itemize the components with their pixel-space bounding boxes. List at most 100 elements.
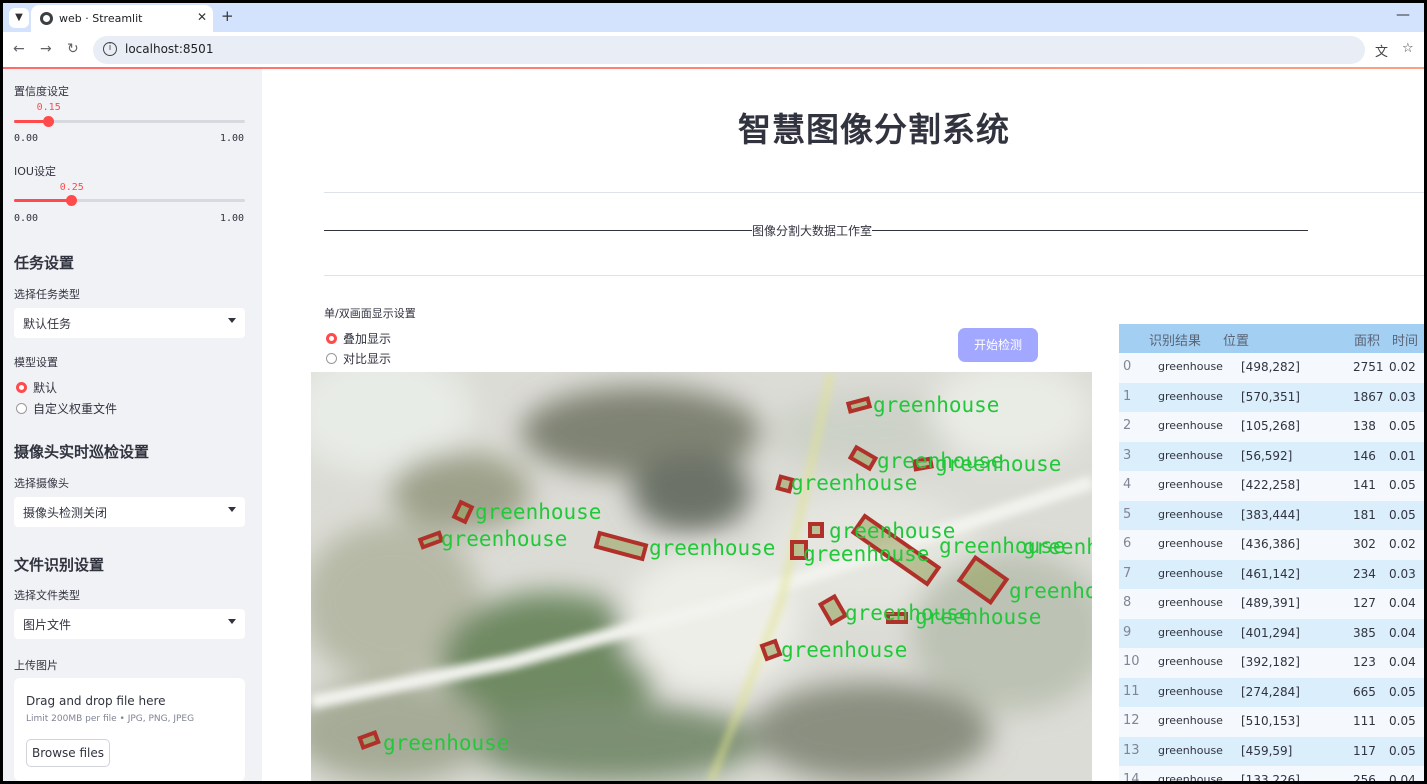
new-tab-icon[interactable]: + — [221, 7, 234, 25]
studio-name: 图像分割大数据工作室 — [752, 224, 873, 238]
reload-icon[interactable]: ↻ — [67, 41, 79, 57]
cell-area: 123 — [1353, 655, 1376, 669]
cell-time: 0.02 — [1389, 360, 1416, 374]
confidence-slider-thumb[interactable] — [43, 116, 55, 127]
main-content: 智慧图像分割系统 图像分割大数据工作室 单/双画面显示设置 叠加显示 对比显示 … — [262, 69, 1424, 781]
file-heading: 文件识别设置 — [14, 556, 105, 574]
tab-search-chevron-icon[interactable]: ▼ — [9, 8, 29, 28]
camera-select[interactable]: 摄像头检测关闭 — [14, 497, 245, 527]
model-option-label: 默认 — [33, 381, 58, 395]
cell-area: 146 — [1353, 448, 1376, 463]
cell-result: greenhouse — [1158, 507, 1223, 521]
confidence-value: 0.15 — [36, 102, 61, 113]
translate-icon[interactable]: 文 — [1375, 41, 1388, 60]
cell-time: 0.02 — [1389, 537, 1416, 551]
cell-position: [422,258] — [1241, 478, 1300, 492]
cell-position: [401,294] — [1241, 625, 1300, 640]
row-index: 6 — [1123, 536, 1132, 551]
model-label: 模型设置 — [14, 356, 58, 369]
greenhouse-mask — [593, 530, 649, 562]
file-type-label: 选择文件类型 — [14, 589, 80, 602]
cell-area: 117 — [1353, 743, 1376, 758]
browser-tab[interactable]: web · Streamlit ✕ — [31, 5, 213, 32]
camera-label: 选择摄像头 — [14, 477, 69, 490]
bookmark-star-icon[interactable]: ☆ — [1402, 41, 1414, 56]
address-bar[interactable]: i localhost:8501 — [93, 36, 1365, 64]
close-tab-icon[interactable]: ✕ — [197, 10, 207, 24]
iou-label: IOU设定 — [14, 165, 56, 178]
cell-area: 181 — [1353, 507, 1376, 522]
file-dropzone[interactable]: Drag and drop file here Limit 200MB per … — [14, 678, 245, 781]
radio-unselected-icon — [326, 353, 337, 364]
table-row: 1 greenhouse [570,351] 1867 0.03 — [1119, 382, 1424, 412]
cell-time: 0.05 — [1389, 478, 1416, 492]
task-type-select[interactable]: 默认任务 — [14, 308, 245, 338]
table-row: 2 greenhouse [105,268] 138 0.05 — [1119, 412, 1424, 442]
confidence-slider[interactable] — [14, 116, 245, 127]
table-row: 4 greenhouse [422,258] 141 0.05 — [1119, 471, 1424, 501]
table-row: 13 greenhouse [459,59] 117 0.05 — [1119, 736, 1424, 766]
detection-label: greenhouse — [781, 638, 907, 662]
cell-result: greenhouse — [1158, 684, 1223, 698]
header-position: 位置 — [1223, 334, 1250, 349]
minimize-window-icon[interactable]: — — [1396, 7, 1410, 23]
cell-area: 138 — [1353, 419, 1376, 433]
cell-result: greenhouse — [1158, 773, 1223, 781]
cell-time: 0.04 — [1389, 773, 1416, 781]
cell-result: greenhouse — [1158, 360, 1223, 373]
task-type-value: 默认任务 — [23, 317, 72, 331]
cell-area: 141 — [1353, 478, 1376, 492]
cell-result: greenhouse — [1158, 537, 1223, 550]
cell-result: greenhouse — [1158, 448, 1223, 462]
cell-position: [56,592] — [1241, 448, 1293, 463]
iou-slider[interactable] — [14, 195, 245, 206]
cell-time: 0.04 — [1389, 655, 1416, 669]
row-index: 11 — [1123, 683, 1140, 699]
cell-result: greenhouse — [1158, 714, 1223, 727]
url-text[interactable]: localhost:8501 — [125, 42, 213, 56]
upload-label: 上传图片 — [14, 659, 58, 672]
cell-position: [510,153] — [1241, 714, 1300, 728]
start-detection-button[interactable]: 开始检测 — [958, 328, 1038, 362]
row-index: 7 — [1123, 565, 1132, 581]
cell-area: 2751 — [1353, 360, 1384, 374]
forward-arrow-icon[interactable]: → — [40, 41, 52, 57]
row-index: 3 — [1123, 447, 1132, 463]
back-arrow-icon[interactable]: ← — [13, 41, 25, 57]
detection-overlay: greenhousegreenhousegreenhousegreenhouse… — [357, 393, 1092, 755]
display-mode-overlay[interactable]: 叠加显示 — [326, 330, 391, 347]
table-row: 14 greenhouse [133,226] 256 0.04 — [1119, 766, 1424, 781]
task-type-label: 选择任务类型 — [14, 288, 80, 301]
table-row: 7 greenhouse [461,142] 234 0.03 — [1119, 559, 1424, 589]
cell-position: [105,268] — [1241, 419, 1300, 433]
cell-area: 234 — [1353, 566, 1376, 581]
greenhouse-mask — [808, 522, 824, 538]
table-row: 6 greenhouse [436,386] 302 0.02 — [1119, 530, 1424, 560]
camera-value: 摄像头检测关闭 — [23, 506, 108, 520]
cell-position: [489,391] — [1241, 596, 1300, 610]
greenhouse-mask — [956, 554, 1010, 606]
studio-banner: 图像分割大数据工作室 — [324, 222, 1424, 239]
confidence-max: 1.00 — [220, 133, 245, 144]
tab-bar: ▼ web · Streamlit ✕ + — — [3, 3, 1424, 32]
cell-time: 0.01 — [1389, 448, 1416, 463]
cell-position: [461,142] — [1241, 566, 1300, 581]
cell-area: 111 — [1353, 714, 1376, 728]
cell-area: 665 — [1353, 684, 1376, 699]
model-radio-custom[interactable]: 自定义权重文件 — [16, 400, 117, 417]
divider — [324, 192, 1424, 193]
display-mode-compare[interactable]: 对比显示 — [326, 350, 391, 367]
browse-files-button[interactable]: Browse files — [26, 739, 110, 767]
display-mode-label: 单/双画面显示设置 — [324, 307, 416, 320]
file-type-select[interactable]: 图片文件 — [14, 609, 245, 639]
confidence-min: 0.00 — [14, 133, 39, 144]
confidence-label: 置信度设定 — [14, 85, 69, 98]
iou-slider-thumb[interactable] — [66, 195, 78, 206]
site-info-icon[interactable]: i — [103, 42, 117, 56]
model-radio-default[interactable]: 默认 — [16, 379, 57, 396]
greenhouse-mask — [759, 638, 783, 662]
cell-time: 0.05 — [1389, 684, 1416, 699]
row-index: 4 — [1123, 477, 1132, 492]
cell-time: 0.05 — [1389, 714, 1416, 728]
detection-label: greenhouse — [829, 519, 955, 543]
